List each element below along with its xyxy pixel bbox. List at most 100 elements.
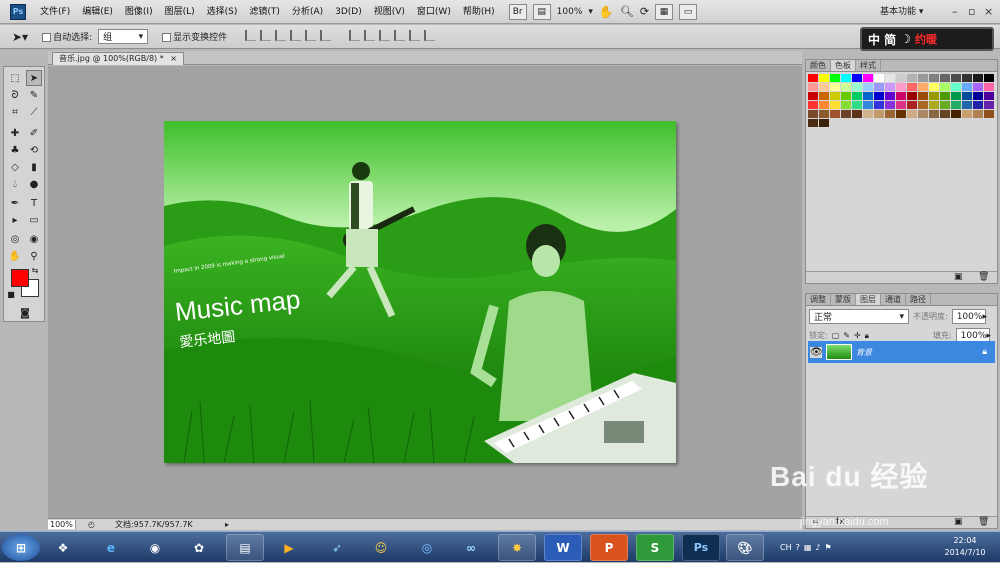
swatch-42[interactable] [896,92,906,100]
show-transform-checkbox[interactable]: 显示变换控件 [162,30,227,43]
tab-styles[interactable]: 样式 [856,60,881,71]
delete-layer-icon[interactable]: 🗑︎ [978,517,989,527]
lasso-tool-icon[interactable]: ᘐ [7,87,23,103]
tray-volume-icon[interactable]: ♪ [815,543,820,552]
distribute-left-icon[interactable] [394,29,406,41]
swatch-70[interactable] [830,110,840,118]
gradient-tool-icon[interactable]: ▮ [26,159,42,175]
tab-masks[interactable]: 蒙版 [831,294,856,305]
swatch-83[interactable] [973,110,983,118]
swatch-77[interactable] [907,110,917,118]
swatch-13[interactable] [951,74,961,82]
swatch-75[interactable] [885,110,895,118]
menu-view[interactable]: 视图(V) [368,0,411,24]
taskbar-photos-icon[interactable]: ✿ [180,534,218,561]
swatch-17[interactable] [808,83,818,91]
swatch-71[interactable] [841,110,851,118]
swatch-40[interactable] [874,92,884,100]
swatch-44[interactable] [918,92,928,100]
taskbar-wps-presentation[interactable]: P [590,534,628,561]
distribute-buttons[interactable] [347,29,437,44]
mini-bridge-icon[interactable]: ▤ [532,3,551,20]
blend-mode-dropdown[interactable]: 正常 ▾ [809,309,909,324]
swatch-20[interactable] [841,83,851,91]
menu-edit[interactable]: 编辑(E) [76,0,119,24]
align-right-icon[interactable] [320,29,332,41]
menu-select[interactable]: 选择(S) [201,0,244,24]
swatch-21[interactable] [852,83,862,91]
layer-row-background[interactable]: 👁︎ 背景 🔒︎ [808,341,995,363]
tray-network-icon[interactable]: ▦ [804,543,812,552]
swatch-30[interactable] [951,83,961,91]
taskbar-windows-icon[interactable]: ❖ [44,534,82,561]
swatch-23[interactable] [874,83,884,91]
start-button[interactable]: ⊞ [2,534,40,561]
swatch-28[interactable] [929,83,939,91]
eyedropper-icon[interactable]: ⟋ [26,104,42,120]
tray-flag-icon[interactable]: ⚑ [825,543,832,552]
swatch-15[interactable] [973,74,983,82]
move-tool-icon[interactable]: ➤ [26,70,42,86]
bridge-icon[interactable]: Br [508,3,527,20]
swatch-3[interactable] [841,74,851,82]
swatch-12[interactable] [940,74,950,82]
swatch-67[interactable] [984,101,994,109]
marquee-tool-icon[interactable]: ⬚ [7,70,23,86]
type-tool-icon[interactable]: T [26,195,42,211]
swatch-32[interactable] [973,83,983,91]
swatch-4[interactable] [852,74,862,82]
swatch-86[interactable] [819,119,829,127]
swatch-41[interactable] [885,92,895,100]
swatch-1[interactable] [819,74,829,82]
zoom-level-select[interactable]: 100% [557,7,583,17]
taskbar-bird-icon[interactable]: ➶ [318,534,356,561]
swatch-62[interactable] [929,101,939,109]
swatch-80[interactable] [940,110,950,118]
swatch-6[interactable] [874,74,884,82]
3d-rotate-icon[interactable]: ◎ [7,231,23,247]
quick-select-icon[interactable]: ✎ [26,87,42,103]
hand-icon[interactable]: ✋ [599,5,614,19]
menu-image[interactable]: 图像(I) [119,0,159,24]
path-select-icon[interactable]: ▸ [7,212,23,228]
swatch-68[interactable] [808,110,818,118]
distribute-right-icon[interactable] [424,29,436,41]
arrange-icon[interactable]: ▦ [655,3,674,20]
distribute-hcenter-icon[interactable] [409,29,421,41]
swatch-7[interactable] [885,74,895,82]
zoom-field[interactable]: 100% [48,520,76,529]
swatch-24[interactable] [885,83,895,91]
status-menu-icon[interactable]: ▸ [225,520,229,529]
swatch-59[interactable] [896,101,906,109]
swatch-8[interactable] [896,74,906,82]
taskbar-ie-icon[interactable]: e [92,534,130,561]
swatch-39[interactable] [863,92,873,100]
menu-file[interactable]: 文件(F) [34,0,76,24]
align-left-icon[interactable] [290,29,302,41]
dodge-tool-icon[interactable]: ● [26,176,42,192]
healing-brush-icon[interactable]: ✚ [7,125,23,141]
ime-status-badge[interactable]: 中 简 ☽ 约暖 [860,27,994,51]
pen-tool-icon[interactable]: ✒ [7,195,23,211]
align-bottom-icon[interactable] [275,29,287,41]
swatch-60[interactable] [907,101,917,109]
system-clock[interactable]: 22:04 2014/7/10 [935,535,995,559]
screen-mode-icon[interactable]: ▭ [679,3,698,20]
document-image[interactable]: Impact in 2009 is making a strong visual… [164,121,676,463]
swatch-82[interactable] [962,110,972,118]
swatch-26[interactable] [907,83,917,91]
canvas-area[interactable]: Impact in 2009 is making a strong visual… [48,66,802,518]
swatch-36[interactable] [830,92,840,100]
menu-filter[interactable]: 滤镜(T) [243,0,286,24]
zoom-icon[interactable]: 🔍︎ [620,5,634,18]
taskbar-cloud-icon[interactable]: ∞ [452,534,490,561]
swatch-49[interactable] [973,92,983,100]
swatch-61[interactable] [918,101,928,109]
swatch-11[interactable] [929,74,939,82]
distribute-vcenter-icon[interactable] [364,29,376,41]
restore-icon[interactable]: ▫ [968,0,975,24]
swatch-47[interactable] [951,92,961,100]
swatch-55[interactable] [852,101,862,109]
document-tab[interactable]: 音乐.jpg @ 100%(RGB/8) * × [52,52,184,65]
taskbar-qq-icon[interactable]: ☺ [362,534,400,561]
